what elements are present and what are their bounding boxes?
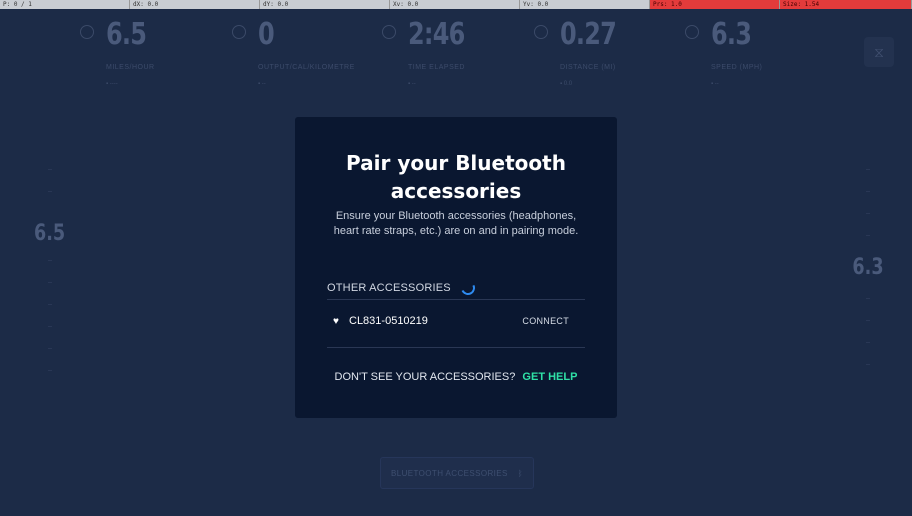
device-row: ♥ CL831-0510219 CONNECT bbox=[327, 309, 585, 333]
pair-bluetooth-dialog: Pair your Bluetooth accessories Ensure y… bbox=[295, 117, 617, 418]
debug-cell: Size: 1.54 bbox=[780, 0, 912, 9]
dialog-description: Ensure your Bluetooth accessories (headp… bbox=[333, 210, 579, 237]
debug-cell: dY: 0.0 bbox=[260, 0, 390, 9]
divider bbox=[327, 347, 585, 348]
get-help-link[interactable]: GET HELP bbox=[522, 371, 577, 383]
help-row: DON'T SEE YOUR ACCESSORIES? GET HELP bbox=[295, 371, 617, 383]
debug-cell: P: 0 / 1 bbox=[0, 0, 130, 9]
connect-button[interactable]: CONNECT bbox=[522, 316, 569, 326]
heart-rate-icon: ♥ bbox=[333, 315, 339, 327]
section-label: OTHER ACCESSORIES bbox=[327, 282, 451, 294]
device-name: CL831-0510219 bbox=[349, 315, 428, 327]
modal-backdrop[interactable]: Pair your Bluetooth accessories Ensure y… bbox=[0, 9, 912, 516]
divider bbox=[327, 299, 585, 300]
other-accessories-section: OTHER ACCESSORIES bbox=[327, 276, 585, 300]
debug-cell: Prs: 1.0 bbox=[650, 0, 780, 9]
debug-cell: Yv: 0.0 bbox=[520, 0, 650, 9]
debug-bar: P: 0 / 1 dX: 0.0 dY: 0.0 Xv: 0.0 Yv: 0.0… bbox=[0, 0, 912, 9]
dialog-title: Pair your Bluetooth accessories bbox=[346, 151, 566, 203]
debug-cell: Xv: 0.0 bbox=[390, 0, 520, 9]
help-text: DON'T SEE YOUR ACCESSORIES? bbox=[334, 371, 516, 383]
debug-cell: dX: 0.0 bbox=[130, 0, 260, 9]
loading-spinner-icon bbox=[458, 279, 477, 297]
